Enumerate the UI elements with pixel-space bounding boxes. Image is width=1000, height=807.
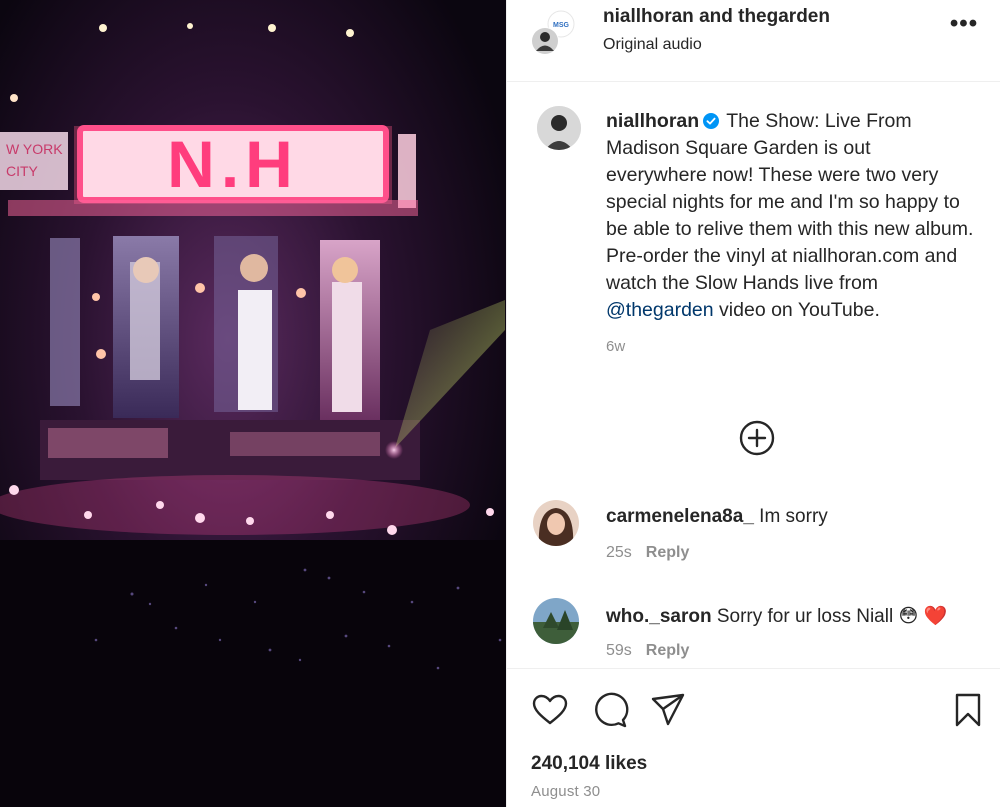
caption-mention[interactable]: @thegarden: [606, 299, 714, 321]
bookmark-icon: [955, 693, 981, 727]
save-button[interactable]: [949, 691, 987, 729]
comment-emojis: 😳 ❤️: [898, 606, 948, 627]
post-date[interactable]: August 30: [531, 783, 600, 800]
concert-stage-photo: W YORK CITY N.H: [0, 0, 506, 807]
caption-text: niallhoran The Show: Live From Madison S…: [606, 108, 976, 360]
load-more-comments-button[interactable]: [739, 420, 775, 456]
commenter-avatar[interactable]: [533, 500, 579, 546]
post-detail-panel: MSG niallhoran and thegarden Original au…: [506, 0, 1000, 807]
comment-item: who._saron Sorry for ur loss Niall 😳 ❤️ …: [507, 598, 1000, 668]
likes-count[interactable]: 240,104 likes: [531, 753, 647, 775]
more-options-icon[interactable]: •••: [947, 12, 981, 42]
caption-body-end: video on YouTube.: [719, 299, 880, 321]
comment-text: who._saron Sorry for ur loss Niall 😳 ❤️: [606, 606, 948, 627]
caption-time[interactable]: 6w: [606, 333, 976, 360]
svg-text:W YORK: W YORK: [6, 141, 63, 157]
verified-badge-icon: [703, 113, 720, 129]
comment-meta: 25s Reply: [606, 544, 689, 562]
collab-avatar-stack[interactable]: MSG: [529, 10, 575, 56]
comment-username[interactable]: who._saron: [606, 606, 712, 627]
post-header: MSG niallhoran and thegarden Original au…: [507, 0, 1000, 82]
heart-icon: [532, 694, 568, 725]
comment-meta: 59s Reply: [606, 642, 689, 660]
audio-link[interactable]: Original audio: [603, 36, 702, 54]
reply-button[interactable]: Reply: [646, 544, 690, 561]
comment-time[interactable]: 25s: [606, 544, 632, 561]
post-actions: 240,104 likes August 30: [507, 668, 1000, 807]
comment-text: carmenelena8a_ Im sorry: [606, 506, 828, 527]
like-button[interactable]: [531, 691, 569, 729]
caption-body: The Show: Live From Madison Square Garde…: [606, 110, 974, 294]
svg-text:MSG: MSG: [553, 22, 570, 29]
svg-text:N.H: N.H: [167, 127, 299, 201]
comment-icon: [595, 692, 629, 728]
post-authors[interactable]: niallhoran and thegarden: [603, 6, 830, 28]
share-button[interactable]: [649, 691, 687, 729]
svg-text:CITY: CITY: [6, 163, 39, 179]
post-media-image[interactable]: W YORK CITY N.H: [0, 0, 506, 807]
comment-item: carmenelena8a_ Im sorry 25s Reply: [507, 500, 1000, 570]
reply-button[interactable]: Reply: [646, 642, 690, 659]
plus-circle-icon: [739, 420, 775, 456]
comment-username[interactable]: carmenelena8a_: [606, 506, 754, 527]
share-icon: [651, 693, 685, 726]
comment-time[interactable]: 59s: [606, 642, 632, 659]
caption-username[interactable]: niallhoran: [606, 110, 699, 132]
comment-button[interactable]: [591, 691, 629, 729]
commenter-avatar[interactable]: [533, 598, 579, 644]
author-avatar[interactable]: [537, 106, 581, 150]
